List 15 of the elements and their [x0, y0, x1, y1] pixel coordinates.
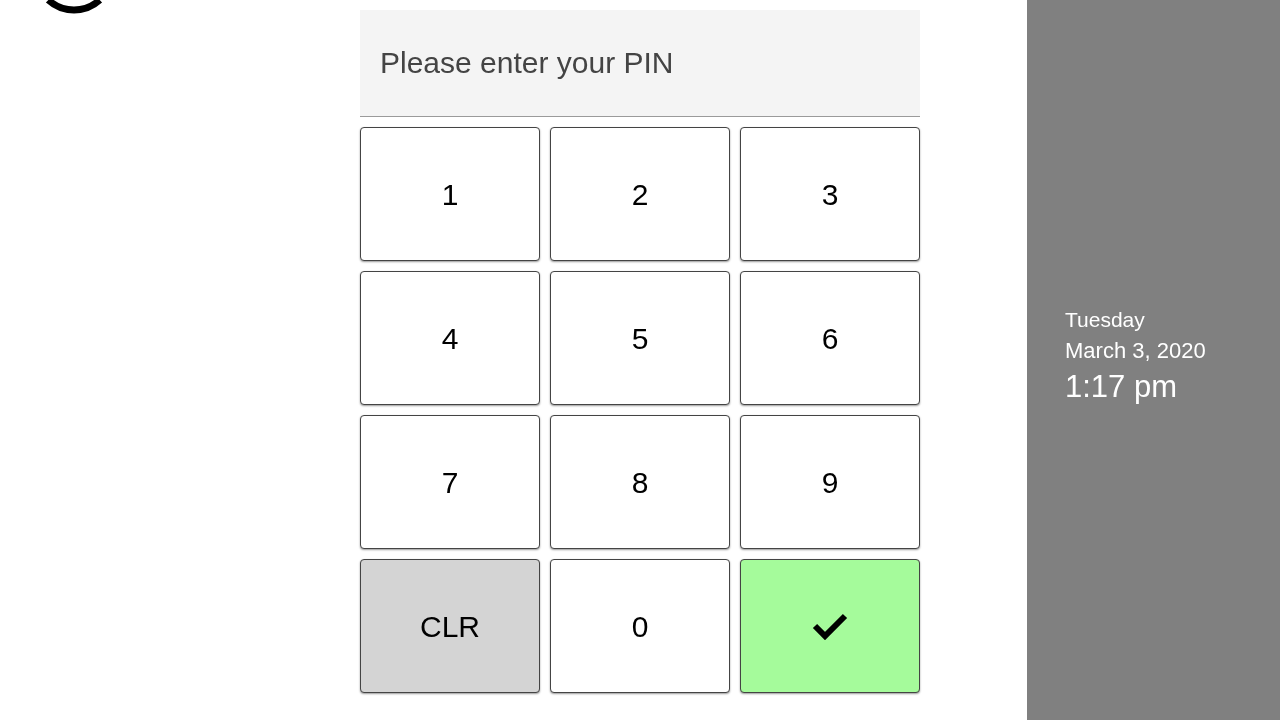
digit-key[interactable]: 9 — [740, 415, 920, 549]
time-text: 1:17 pm — [1065, 368, 1178, 406]
digit-key[interactable]: 3 — [740, 127, 920, 261]
digit-key[interactable]: 1 — [360, 127, 540, 261]
digit-key[interactable]: 8 — [550, 415, 730, 549]
digit-key[interactable]: 0 — [550, 559, 730, 693]
day-text: Tuesday — [1065, 307, 1146, 333]
digit-key[interactable]: 5 — [550, 271, 730, 405]
pin-field[interactable]: Please enter your PIN — [360, 10, 920, 117]
date-text: March 3, 2020 — [1065, 337, 1207, 365]
clear-key[interactable]: CLR — [360, 559, 540, 693]
digit-key[interactable]: 7 — [360, 415, 540, 549]
digit-key[interactable]: 4 — [360, 271, 540, 405]
digit-key[interactable]: 6 — [740, 271, 920, 405]
digit-key[interactable]: 2 — [550, 127, 730, 261]
